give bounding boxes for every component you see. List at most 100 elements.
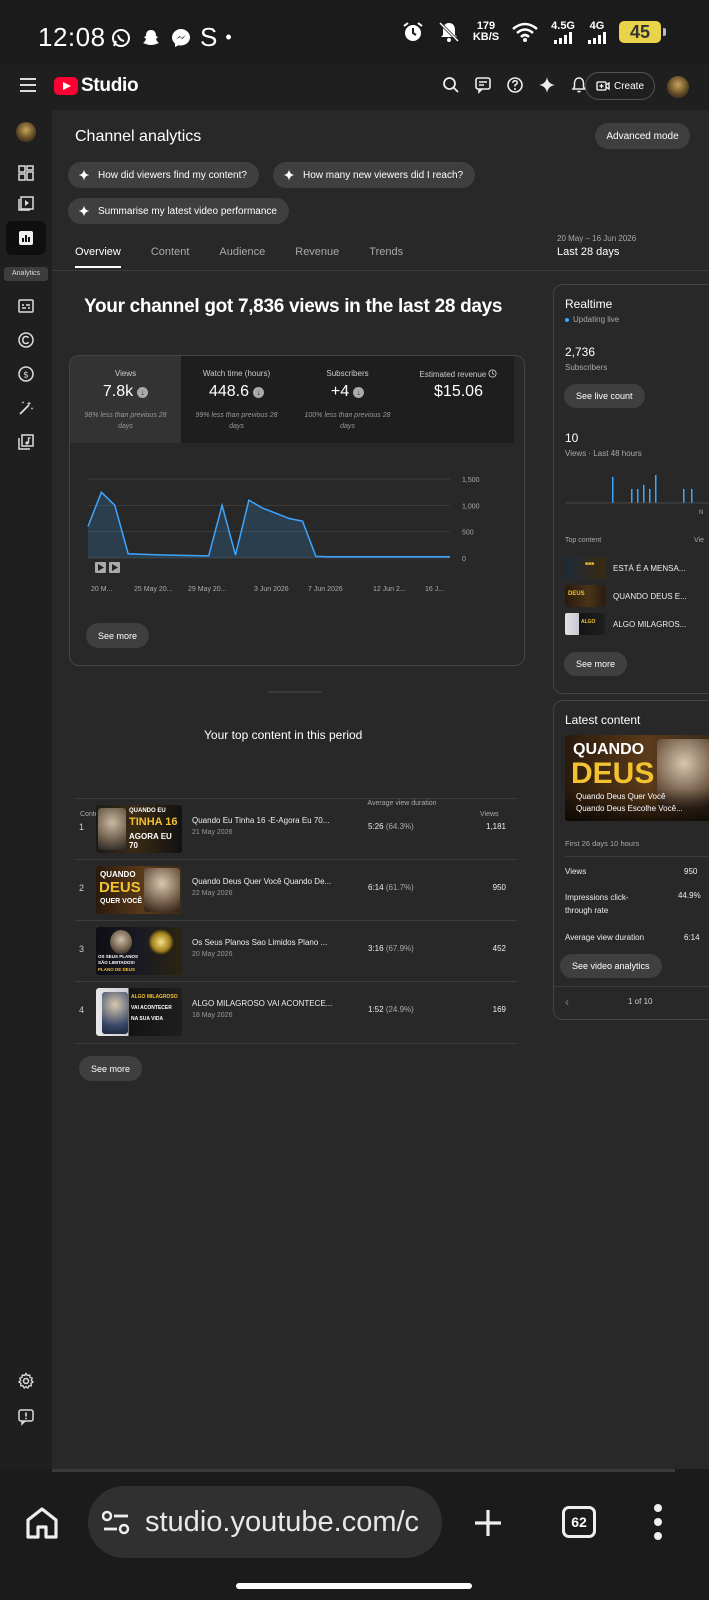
thumb-caption: Quando Deus Escolhe Você... [576, 804, 683, 813]
earn-icon[interactable]: $ [15, 363, 37, 385]
top-content-title: Your top content in this period [204, 728, 363, 742]
customization-icon[interactable] [15, 397, 37, 419]
metric-revenue[interactable]: Estimated revenue $15.06 [403, 356, 514, 443]
prompt-chip-summarise[interactable]: Summarise my latest video performance [68, 198, 289, 224]
search-icon[interactable] [440, 74, 462, 96]
list-item[interactable]: ■■■ ESTÁ É A MENSA... [565, 557, 709, 579]
copyright-icon[interactable] [15, 329, 37, 351]
table-row[interactable]: 2 QUANDO DEUS QUER VOCÊ Quando Deus Quer… [75, 859, 517, 920]
latest-stat-label: Average view duration [565, 933, 645, 942]
video-thumbnail[interactable]: QUANDO EU TINHA 16 AGORA EU 70 [96, 805, 182, 853]
snapchat-icon [143, 29, 159, 45]
x-tick-label: 7 Jun 2026 [308, 586, 343, 593]
prompt-chip-new-viewers[interactable]: How many new viewers did I reach? [273, 162, 476, 188]
see-video-analytics-button[interactable]: See video analytics [560, 954, 662, 978]
sparkle-icon[interactable] [536, 74, 558, 96]
metric-label: Views [114, 369, 137, 378]
s-icon: S [200, 22, 218, 52]
thumb-text: VAI ACONTECER [131, 1005, 172, 1011]
home-icon[interactable] [24, 1505, 60, 1541]
video-title[interactable]: Os Seus Planos Sao Limidos Plano ... [192, 938, 352, 947]
table-row[interactable]: 4 ALGO MILAGROSO VAI ACONTECER NA SUA VI… [75, 981, 517, 1044]
signal-1: 4.5G [551, 20, 575, 44]
settings-gear-icon[interactable] [15, 1370, 37, 1392]
menu-icon[interactable] [20, 78, 36, 92]
battery-icon: 45 [619, 21, 666, 43]
realtime-card: Realtime Updating live 2,736 Subscribers… [553, 284, 709, 694]
video-thumbnail[interactable]: QUANDO DEUS QUER VOCÊ [96, 866, 182, 914]
trend-down-icon: ↓ [353, 386, 365, 398]
chip-label: Summarise my latest video performance [98, 205, 277, 217]
date-range-dates[interactable]: 20 May – 16 Jun 2026 [557, 234, 636, 243]
metric-views[interactable]: Views 7.8k ↓ 98% less than previous 28 da… [70, 356, 181, 443]
video-thumbnail[interactable]: ALGO MILAGROSO VAI ACONTECER NA SUA VIDA [96, 988, 182, 1036]
side-nav: Analytics $ [0, 110, 52, 1469]
video-date: 22 May 2026 [192, 890, 233, 897]
address-bar[interactable]: studio.youtube.com/c [88, 1486, 442, 1558]
see-live-count-button[interactable]: See live count [564, 384, 645, 408]
realtime-views-value: 10 [565, 431, 579, 445]
video-thumbnail[interactable]: OS SEUS PLANOS SÃO LIMITADOS! PLANO DE D… [96, 927, 182, 975]
help-icon[interactable] [504, 74, 526, 96]
metric-subscribers[interactable]: Subscribers +4 ↓ 100% less than previous … [292, 356, 403, 443]
dashboard-icon[interactable] [15, 162, 37, 184]
chevron-left-icon[interactable]: ‹ [565, 995, 569, 1009]
tab-content[interactable]: Content [151, 246, 190, 258]
table-row[interactable]: 3 OS SEUS PLANOS SÃO LIMITADOS! PLANO DE… [75, 920, 517, 981]
latest-video-thumbnail[interactable]: QUANDO DEUS Quando Deus Quer Você Quando… [565, 735, 709, 821]
account-avatar[interactable] [667, 76, 689, 98]
list-item[interactable]: DEUS QUANDO DEUS E... [565, 585, 709, 607]
advanced-mode-button[interactable]: Advanced mode [595, 123, 690, 149]
analytics-icon[interactable] [15, 227, 37, 249]
views-headline: Your channel got 7,836 views in the last… [84, 296, 503, 317]
audio-library-icon[interactable] [15, 431, 37, 453]
page-scrollbar[interactable] [52, 1469, 675, 1472]
channel-avatar[interactable] [16, 122, 36, 142]
video-title[interactable]: Quando Deus Quer Você Quando De... [192, 877, 352, 886]
video-views: 1,181 [485, 822, 506, 831]
video-thumbnail: ■■■ [565, 557, 605, 579]
youtube-logo-icon[interactable] [54, 77, 78, 95]
site-settings-icon[interactable] [102, 1510, 130, 1536]
tab-overview[interactable]: Overview [75, 246, 121, 268]
new-tab-plus-icon[interactable] [472, 1507, 504, 1539]
create-button[interactable]: Create [585, 72, 655, 100]
chart-see-more-button[interactable]: See more [86, 623, 150, 648]
mute-bell-icon [438, 21, 459, 43]
send-feedback-icon[interactable] [15, 1406, 37, 1428]
content-icon[interactable] [15, 192, 37, 214]
feedback-icon[interactable] [472, 74, 494, 96]
video-thumbnail: DEUS [565, 585, 605, 607]
latest-stat-value: 44.9% [678, 891, 701, 900]
video-title[interactable]: ALGO MILAGROSO VAI ACONTECE... [192, 999, 352, 1008]
home-indicator[interactable] [236, 1583, 472, 1589]
more-options-icon[interactable] [652, 1503, 664, 1541]
tab-audience[interactable]: Audience [219, 246, 265, 258]
metrics-chart-card: Views 7.8k ↓ 98% less than previous 28 da… [69, 355, 525, 666]
metric-watch-time[interactable]: Watch time (hours) 448.6 ↓ 99% less than … [181, 356, 292, 443]
top-content-see-more-button[interactable]: See more [79, 1056, 143, 1081]
date-range-label[interactable]: Last 28 days [557, 246, 619, 258]
studio-brand[interactable]: Studio [81, 75, 139, 97]
thumb-text: TINHA 16 [129, 816, 178, 828]
whatsapp-icon [112, 28, 130, 47]
realtime-see-more-button[interactable]: See more [564, 652, 628, 676]
list-item[interactable]: ALGO ALGO MILAGROS... [565, 613, 709, 635]
video-title: ALGO MILAGROS... [613, 620, 687, 629]
tab-trends[interactable]: Trends [369, 246, 403, 258]
add-video-icon [596, 81, 610, 91]
realtime-bar [637, 489, 639, 503]
video-title[interactable]: Quando Eu Tinha 16 -E-Agora Eu 70... [192, 816, 352, 825]
tab-revenue[interactable]: Revenue [295, 246, 339, 258]
x-tick-label: 12 Jun 2... [373, 586, 406, 593]
chip-label: How many new viewers did I reach? [303, 169, 464, 181]
subtitles-icon[interactable] [15, 295, 37, 317]
tab-switcher-button[interactable]: 62 [562, 1506, 596, 1538]
messenger-icon [172, 28, 190, 47]
video-views: 169 [492, 1005, 506, 1014]
table-row[interactable]: 1 QUANDO EU TINHA 16 AGORA EU 70 Quando … [75, 798, 517, 859]
metric-comparison: 99% less than previous 28 days [195, 412, 278, 430]
scroll-indicator [267, 691, 322, 693]
prompt-chip-find-content[interactable]: How did viewers find my content? [68, 162, 259, 188]
studio-app: Studio Create Analytics $ Channel analyt [0, 64, 709, 1469]
